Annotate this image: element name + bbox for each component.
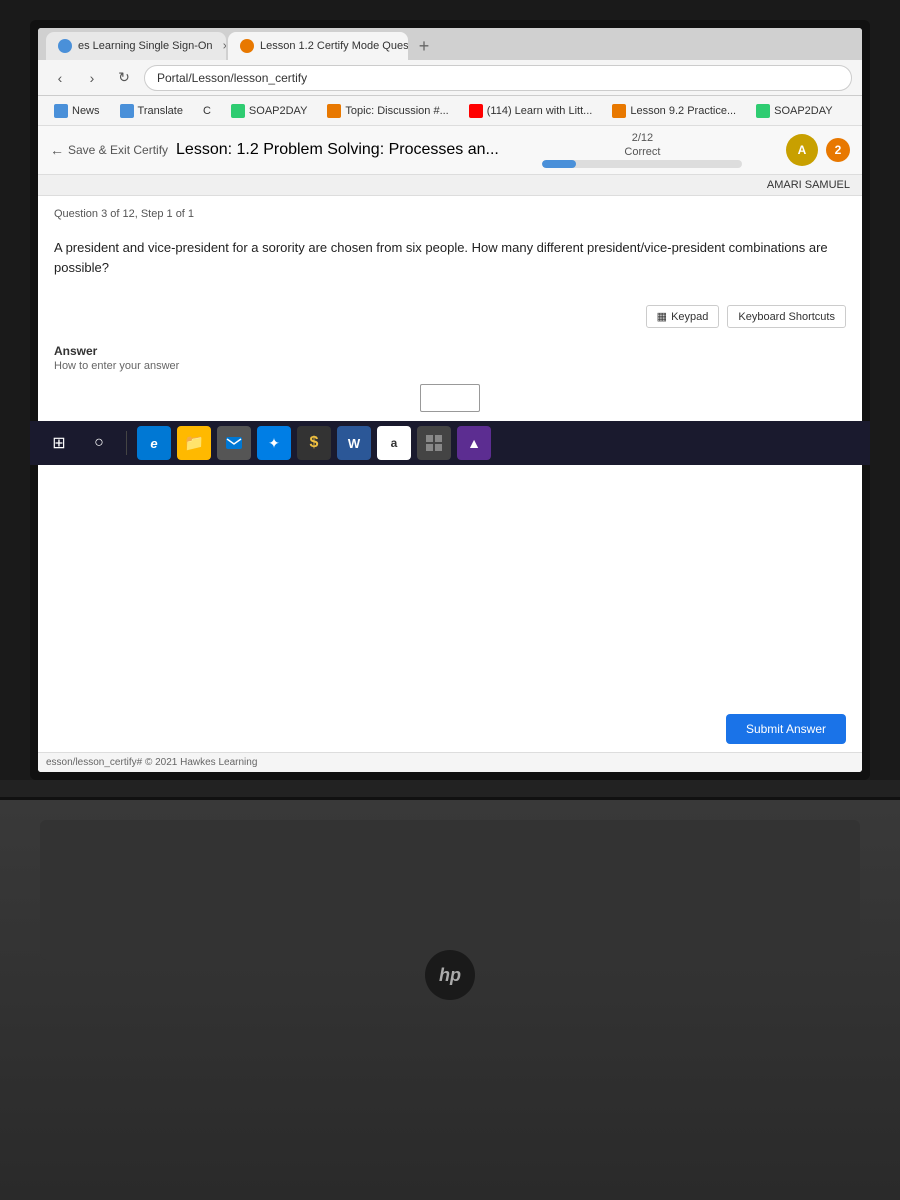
top-nav-center: 2/12 Correct <box>542 132 742 168</box>
edge-app[interactable]: e <box>137 426 171 460</box>
bookmarks-bar: News Translate C SOAP2DAY <box>38 96 862 126</box>
new-tab-button[interactable]: + <box>410 32 438 60</box>
bookmark-news-icon <box>54 104 68 118</box>
answer-hint: How to enter your answer <box>54 360 846 372</box>
bookmark-soap2day-1[interactable]: SOAP2DAY <box>223 102 316 120</box>
bookmark-translate-icon <box>120 104 134 118</box>
status-bar: esson/lesson_certify# © 2021 Hawkes Lear… <box>38 752 862 772</box>
text-a-app[interactable]: a <box>377 426 411 460</box>
laptop-keyboard <box>40 820 860 960</box>
bookmark-soap2day-1-icon <box>231 104 245 118</box>
keypad-label: Keypad <box>671 311 708 323</box>
top-nav: Save & Exit Certify Lesson: 1.2 Problem … <box>38 126 862 175</box>
word-app[interactable]: W <box>337 426 371 460</box>
answer-section: Answer How to enter your answer <box>54 344 846 412</box>
dropbox-app[interactable]: ✦ <box>257 426 291 460</box>
bookmark-translate[interactable]: Translate <box>112 102 191 120</box>
user-section: AMARI SAMUEL <box>38 175 862 196</box>
tab-lesson-label: Lesson 1.2 Certify Mode Questio... <box>260 40 408 52</box>
windows-button[interactable]: ⊞ <box>42 426 76 460</box>
taskbar: ⊞ ○ e 📁 ✦ $ W a ▲ <box>30 421 870 465</box>
image-app[interactable]: ▲ <box>457 426 491 460</box>
screen-bezel: es Learning Single Sign-On × Lesson 1.2 … <box>30 20 870 780</box>
user-avatar: A <box>786 134 818 166</box>
question-text: A president and vice-president for a sor… <box>54 230 846 285</box>
browser-chrome: es Learning Single Sign-On × Lesson 1.2 … <box>38 28 862 772</box>
tab-sso[interactable]: es Learning Single Sign-On × <box>46 32 226 60</box>
keyboard-shortcuts-label: Keyboard Shortcuts <box>738 311 835 323</box>
lesson-title: Lesson: 1.2 Problem Solving: Processes a… <box>176 141 499 159</box>
submit-button[interactable]: Submit Answer <box>726 714 846 744</box>
keypad-icon: ▦ <box>657 310 667 323</box>
address-bar: ‹ › ↻ Portal/Lesson/lesson_certify <box>38 60 862 96</box>
bookmark-lesson92-label: Lesson 9.2 Practice... <box>630 105 736 117</box>
taskbar-separator <box>126 431 127 455</box>
bookmark-learn-label: (114) Learn with Litt... <box>487 105 593 117</box>
bookmark-soap2day-2[interactable]: SOAP2DAY <box>748 102 841 120</box>
submit-section: Submit Answer <box>38 706 862 752</box>
bookmark-news[interactable]: News <box>46 102 108 120</box>
progress-bar-fill <box>542 160 576 168</box>
tab-lesson-icon <box>240 39 254 53</box>
laptop-hinge <box>0 780 900 800</box>
reload-button[interactable]: ↻ <box>112 66 136 90</box>
bookmark-topic-label: Topic: Discussion #... <box>345 105 448 117</box>
correct-label: Correct <box>624 146 660 158</box>
bookmark-lesson92-icon <box>612 104 626 118</box>
back-button[interactable]: ‹ <box>48 66 72 90</box>
bookmark-lesson92[interactable]: Lesson 9.2 Practice... <box>604 102 744 120</box>
tab-bar: es Learning Single Sign-On × Lesson 1.2 … <box>38 28 862 60</box>
bookmark-learn-icon <box>469 104 483 118</box>
laptop-screen-area: es Learning Single Sign-On × Lesson 1.2 … <box>0 0 900 820</box>
tools-section: ▦ Keypad Keyboard Shortcuts <box>54 305 846 328</box>
bookmark-translate-label: Translate <box>138 105 183 117</box>
keyboard-shortcuts-button[interactable]: Keyboard Shortcuts <box>727 305 846 328</box>
search-button[interactable]: ○ <box>82 426 116 460</box>
dollar-app[interactable]: $ <box>297 426 331 460</box>
bookmark-learn[interactable]: (114) Learn with Litt... <box>461 102 601 120</box>
status-text: esson/lesson_certify# © 2021 Hawkes Lear… <box>46 757 257 768</box>
bookmark-soap2day-2-icon <box>756 104 770 118</box>
address-input[interactable]: Portal/Lesson/lesson_certify <box>144 65 852 91</box>
answer-label: Answer <box>54 344 846 358</box>
orange-block-app[interactable] <box>417 426 451 460</box>
bookmark-news-label: News <box>72 105 100 117</box>
top-nav-right: A 2 <box>786 134 850 166</box>
tab-sso-label: es Learning Single Sign-On <box>78 40 213 52</box>
mail-app[interactable] <box>217 426 251 460</box>
hp-logo: hp <box>425 950 475 1000</box>
tab-sso-icon <box>58 39 72 53</box>
file-explorer-app[interactable]: 📁 <box>177 426 211 460</box>
bookmark-topic[interactable]: Topic: Discussion #... <box>319 102 456 120</box>
screen: es Learning Single Sign-On × Lesson 1.2 … <box>38 28 862 772</box>
answer-input[interactable] <box>420 384 480 412</box>
tab-sso-close[interactable]: × <box>223 39 226 53</box>
progress-label: 2/12 <box>632 132 653 144</box>
save-exit-button[interactable]: Save & Exit Certify <box>50 142 168 158</box>
bookmark-soap2day-2-label: SOAP2DAY <box>774 105 833 117</box>
save-exit-label: Save & Exit Certify <box>68 143 168 157</box>
tab-lesson[interactable]: Lesson 1.2 Certify Mode Questio... × <box>228 32 408 60</box>
question-count-badge: 2 <box>826 138 850 162</box>
question-label: Question 3 of 12, Step 1 of 1 <box>54 208 846 220</box>
user-name: AMARI SAMUEL <box>767 179 850 191</box>
bookmark-c-label: C <box>203 105 211 117</box>
forward-button[interactable]: › <box>80 66 104 90</box>
top-nav-left: Save & Exit Certify Lesson: 1.2 Problem … <box>50 141 499 159</box>
bookmark-c[interactable]: C <box>195 103 219 119</box>
bookmark-soap2day-1-label: SOAP2DAY <box>249 105 308 117</box>
progress-bar <box>542 160 742 168</box>
bookmark-topic-icon <box>327 104 341 118</box>
keypad-button[interactable]: ▦ Keypad <box>646 305 720 328</box>
